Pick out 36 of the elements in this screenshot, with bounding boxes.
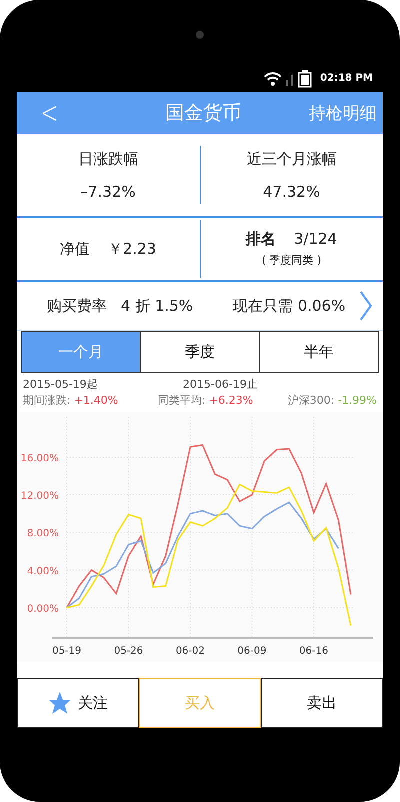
chevron-right-icon[interactable] [360,291,372,321]
y-axis-label: 16.00% [20,453,59,464]
y-axis-label: 12.00% [20,491,59,502]
rank-value: 3/124 [294,230,338,248]
stat-text: 沪深300: -1.99% [288,393,377,408]
metric-label: 日涨跌幅 [78,150,138,168]
star-icon [48,691,72,715]
status-time: 02:18 PM [320,73,373,84]
y-axis-label: 0.00% [27,604,59,615]
stat-text: 同类平均: +6.23% [158,393,254,408]
x-axis-label: 06-02 [176,646,205,657]
start-date: 2015-05-19起 [23,377,99,392]
y-axis-label: 4.00% [27,566,59,578]
rank-label: 排名 [246,230,276,249]
stat-text: 期间涨跌: +1.40% [23,393,120,408]
fee-discount: 4 折 1.5% [121,296,194,316]
x-axis-label: 06-09 [238,646,267,657]
y-axis-label: 8.00% [27,528,59,540]
metric-value: 47.32% [263,182,320,200]
rank-note: ( 季度同类 ) [262,253,322,268]
metric-value: –7.32% [80,182,136,200]
fee-now: 现在只需 0.06% [233,296,346,316]
fee-label: 购买费率 [47,296,107,316]
nav-label: 净值 [60,240,90,258]
page-title: 国金货币 [166,101,242,126]
wifi-icon [264,72,282,86]
action-button[interactable]: 卖出 [261,678,383,728]
battery-icon [298,70,312,88]
action-button[interactable]: 关注 [17,678,139,728]
x-axis-label: 06-16 [299,646,328,657]
metric-label: 近三个月涨幅 [246,150,337,168]
x-axis-label: 05-26 [114,646,144,657]
nav-value: ￥2.23 [108,240,156,258]
end-date: 2015-06-19止 [183,377,258,392]
camera [196,31,204,39]
x-axis-label: 05-19 [52,646,82,657]
